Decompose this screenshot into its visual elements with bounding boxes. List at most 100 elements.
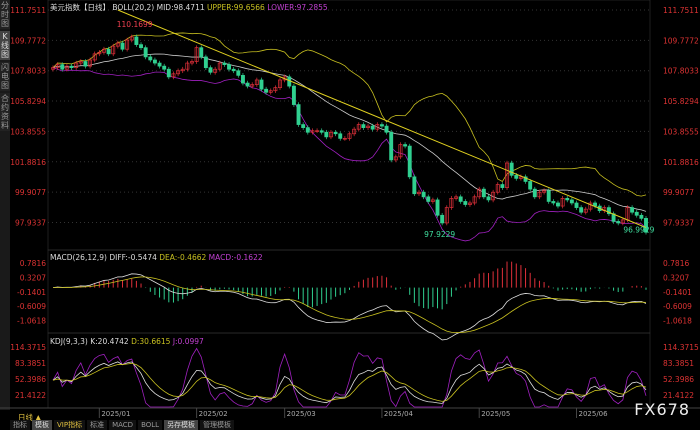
candle-body xyxy=(157,62,162,67)
candle-body xyxy=(379,124,384,127)
candle-body xyxy=(556,202,560,207)
kdj-tick-left: 83.3851 xyxy=(15,359,46,368)
kdj-tick-left: 52.3986 xyxy=(15,375,46,384)
candle-body xyxy=(500,184,505,188)
candle-body xyxy=(384,125,389,133)
candle-body xyxy=(616,221,621,224)
candle-body xyxy=(528,181,533,190)
macd-name: MACD(26,12,9) xyxy=(50,253,107,262)
candle-body xyxy=(630,207,635,213)
candle-body xyxy=(639,214,644,219)
candle-body xyxy=(296,104,301,125)
macd-tick-left: -0.6009 xyxy=(17,302,46,311)
candle-body xyxy=(106,48,111,55)
candle-body xyxy=(259,79,264,90)
x-tick-label: 2025/02 xyxy=(199,410,228,418)
candle-body xyxy=(264,88,269,93)
macd-tick-left: -1.0618 xyxy=(17,317,46,326)
tab-macd[interactable]: MACD xyxy=(109,420,137,430)
candle-body xyxy=(569,199,574,204)
candle-body xyxy=(231,68,236,72)
candle-body xyxy=(546,190,551,202)
kdj-j: J:0.0997 xyxy=(172,337,204,346)
candle-body xyxy=(338,133,343,139)
candle-body xyxy=(120,42,125,50)
kdj-tick-right: 83.3851 xyxy=(663,359,694,368)
candle-body xyxy=(222,62,227,65)
candle-body xyxy=(532,188,537,198)
candle-body xyxy=(291,85,296,105)
candle-body xyxy=(403,144,408,147)
candle-body xyxy=(236,70,241,76)
kdj-header: KDJ(9,3,3) K:20.4742 D:30.6615 J:0.0997 xyxy=(50,337,204,346)
candle-body xyxy=(324,131,329,138)
candle-body xyxy=(412,176,417,195)
price-tick-right: 105.8294 xyxy=(663,97,699,106)
macd-header: MACD(26,12,9) DIFF:-0.5474 DEA:-0.4662 M… xyxy=(50,253,263,262)
x-tick-label: 2025/03 xyxy=(287,410,316,418)
candle-body xyxy=(481,188,486,198)
macd-tick-right: -1.0618 xyxy=(663,317,692,326)
tab-standard[interactable]: 标准 xyxy=(87,420,108,430)
candle-body xyxy=(440,214,445,224)
candle-body xyxy=(139,44,143,49)
candle-body xyxy=(551,201,556,204)
tab-vip-indicator[interactable]: VIP指标 xyxy=(54,420,86,430)
candle-body xyxy=(514,174,519,179)
candle-body xyxy=(370,125,375,130)
candle-body xyxy=(166,68,171,78)
price-tick-right: 103.8555 xyxy=(663,127,699,136)
x-tick-label: 2025/01 xyxy=(101,410,130,418)
kdj-k: K:20.4742 xyxy=(90,337,129,346)
price-tick-left: 107.8033 xyxy=(10,67,46,76)
macd-dea: DEA:-0.4662 xyxy=(159,253,207,262)
trendline xyxy=(117,9,647,229)
candle-body xyxy=(458,196,463,202)
macd-tick-left: -0.1401 xyxy=(17,288,46,297)
macd-dea-line xyxy=(52,276,647,333)
price-annotation: 110.1699 xyxy=(117,20,153,29)
macd-tick-left: 0.3207 xyxy=(20,274,46,283)
price-annotation: 96.9929 xyxy=(623,225,654,234)
candle-body xyxy=(435,199,440,216)
price-tick-right: 101.8816 xyxy=(663,158,699,167)
price-tick-left: 103.8555 xyxy=(10,127,46,136)
price-tick-right: 109.7772 xyxy=(663,36,699,45)
macd-tick-right: -0.6009 xyxy=(663,302,692,311)
tab-template[interactable]: 模板 xyxy=(32,420,52,430)
macd-value: MACD:-0.1622 xyxy=(208,253,263,262)
x-tick-label: 2025/06 xyxy=(579,410,609,418)
candle-body xyxy=(227,64,231,70)
price-tick-left: 109.7772 xyxy=(10,36,46,45)
candle-body xyxy=(60,64,65,70)
kdj-j-line xyxy=(52,347,647,408)
price-tick-left: 105.8294 xyxy=(10,97,46,106)
x-tick-label: 2025/05 xyxy=(481,410,510,418)
macd-tick-right: 0.7816 xyxy=(663,259,689,268)
kdj-name: KDJ(9,3,3) xyxy=(50,337,88,346)
candle-body xyxy=(463,201,468,205)
price-tick-right: 111.7511 xyxy=(663,6,699,15)
price-tick-left: 97.9337 xyxy=(15,218,46,227)
kdj-tick-right: 52.3986 xyxy=(663,375,694,384)
macd-diff: DIFF:-0.5474 xyxy=(109,253,157,262)
candle-body xyxy=(509,162,514,176)
kdj-tick-right: 21.4122 xyxy=(663,391,694,400)
x-tick-label: 2025/04 xyxy=(384,410,414,418)
candle-body xyxy=(389,131,394,161)
macd-diff-line xyxy=(52,273,647,341)
candle-body xyxy=(134,36,139,45)
candle-body xyxy=(245,82,250,87)
candle-body xyxy=(83,61,88,67)
candle-body xyxy=(162,65,167,70)
price-annotation: 97.9229 xyxy=(424,230,455,239)
tab-boll[interactable]: BOLL xyxy=(138,420,163,430)
candle-body xyxy=(305,127,310,133)
boll-lower-line xyxy=(52,67,647,242)
tab-manage-template[interactable]: 管理模板 xyxy=(200,420,235,430)
tab-save-template[interactable]: 另存模板 xyxy=(164,420,199,430)
candle-body xyxy=(203,56,208,69)
price-tick-right: 99.9077 xyxy=(663,188,694,197)
candle-body xyxy=(319,130,324,133)
tab-indicator[interactable]: 指标 xyxy=(10,420,30,430)
